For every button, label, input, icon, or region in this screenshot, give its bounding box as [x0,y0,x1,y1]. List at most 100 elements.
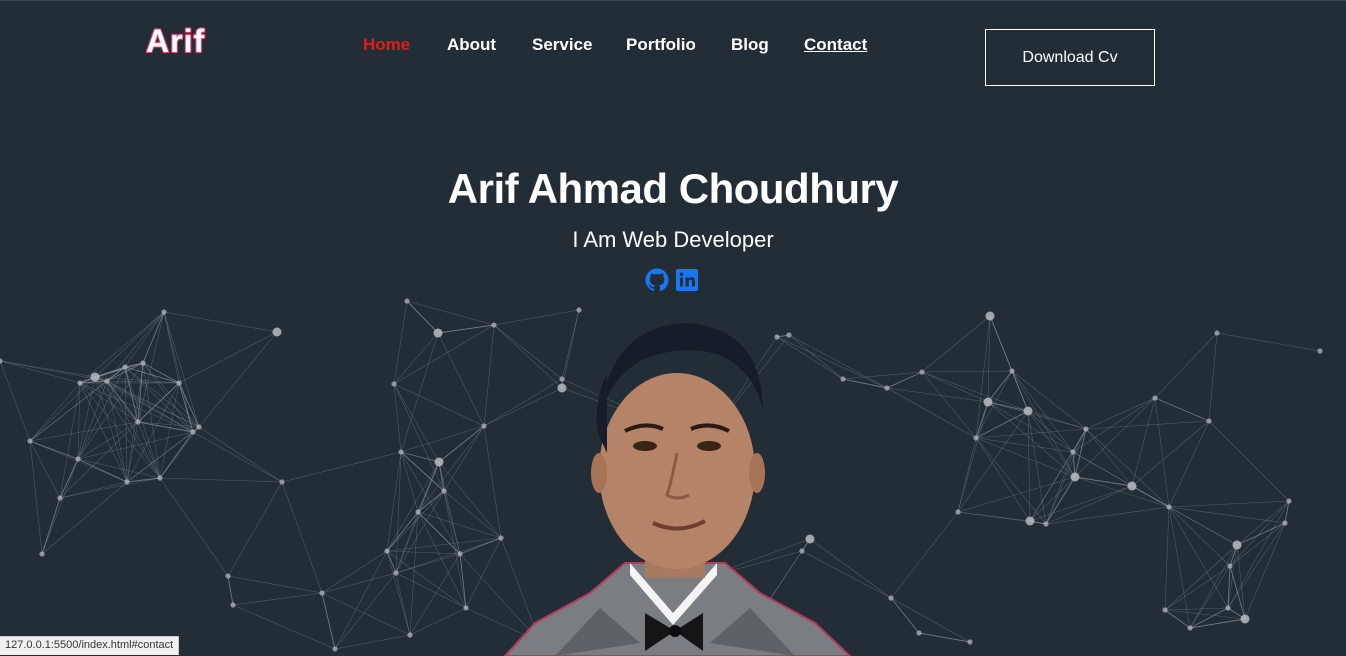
network-link [1164,565,1231,611]
network-link [1168,500,1290,508]
network-link [483,324,495,427]
network-node [391,381,397,387]
network-link [29,440,43,555]
network-node [1070,472,1080,482]
nav-item-home[interactable]: Home [363,35,410,55]
network-link [77,458,128,483]
network-node [888,595,894,601]
download-cv-button[interactable]: Download Cv [985,29,1155,86]
network-link [1229,500,1290,567]
network-node [1023,406,1033,416]
network-node [39,551,45,557]
network-node [1240,614,1250,624]
network-link [1154,332,1218,399]
network-link [886,387,977,439]
network-link [975,437,1031,522]
network-link [437,324,495,334]
browser-status-bar: 127.0.0.1:5500/index.html#contact [0,636,180,655]
network-node [415,509,421,515]
network-node [434,457,444,467]
network-link [393,324,495,385]
network-link [321,592,336,650]
network-link [443,490,461,555]
network-link [1244,522,1286,620]
hero-role: I Am Web Developer [572,227,774,252]
network-node [407,632,413,638]
network-link [393,383,445,492]
network-link [1085,397,1156,430]
nav-item-portfolio[interactable]: Portfolio [626,35,696,55]
network-link [1208,420,1290,502]
network-link [1045,506,1170,525]
network-node [1127,481,1137,491]
network-node [1282,520,1288,526]
network-link [159,477,283,483]
network-link [41,497,61,555]
network-node [1070,449,1076,455]
nav-item-blog[interactable]: Blog [731,35,769,55]
network-link [438,461,461,555]
network-link [975,370,1013,439]
network-link [163,311,194,433]
network-link [438,425,485,463]
network-node [955,509,961,515]
network-link [106,380,128,483]
network-node [1232,540,1242,550]
network-node [1043,521,1049,527]
network-node [433,328,443,338]
network-node [919,369,925,375]
network-link [79,382,139,423]
network-link [227,481,283,577]
network-link [417,490,445,513]
network-node [1152,395,1158,401]
network-link [438,461,502,539]
network-link [137,421,161,479]
network-link [1168,506,1286,524]
network-link [1085,420,1210,430]
network-link [334,634,411,650]
network-link [890,597,920,634]
network-link [106,311,165,382]
network-node [225,573,231,579]
network-node [157,475,163,481]
network-node [124,479,130,485]
network-link [1085,428,1170,508]
network-link [29,382,81,442]
nav-item-about[interactable]: About [447,35,496,55]
network-link [1045,428,1087,525]
network-node [973,435,979,441]
network-link [159,382,180,479]
network-node [985,311,995,321]
network-link [227,575,234,606]
network-node [90,372,100,382]
nav-item-contact[interactable]: Contact [804,35,867,55]
github-icon[interactable] [645,268,669,292]
network-link [0,360,81,384]
network-node [398,449,404,455]
network-link [443,425,485,492]
network-node [332,646,338,652]
network-link [957,401,989,513]
nav-item-service[interactable]: Service [532,35,593,55]
network-node [1286,498,1292,504]
network-link [1154,397,1210,422]
network-node [190,429,196,435]
network-link [1072,428,1087,453]
linkedin-icon[interactable] [675,268,699,292]
network-link [232,604,336,650]
network-node [0,358,3,364]
network-link [1236,500,1290,546]
network-node [279,479,285,485]
network-link [400,451,419,513]
network-link [334,572,397,650]
network-link [957,437,977,513]
network-link [163,311,200,428]
network-node [1214,330,1220,336]
network-link [59,481,128,499]
network-link [400,451,461,555]
network-link [1189,565,1231,629]
network-link [386,490,445,552]
network-link [406,300,439,334]
network-link [957,410,1029,513]
network-link [41,458,79,555]
